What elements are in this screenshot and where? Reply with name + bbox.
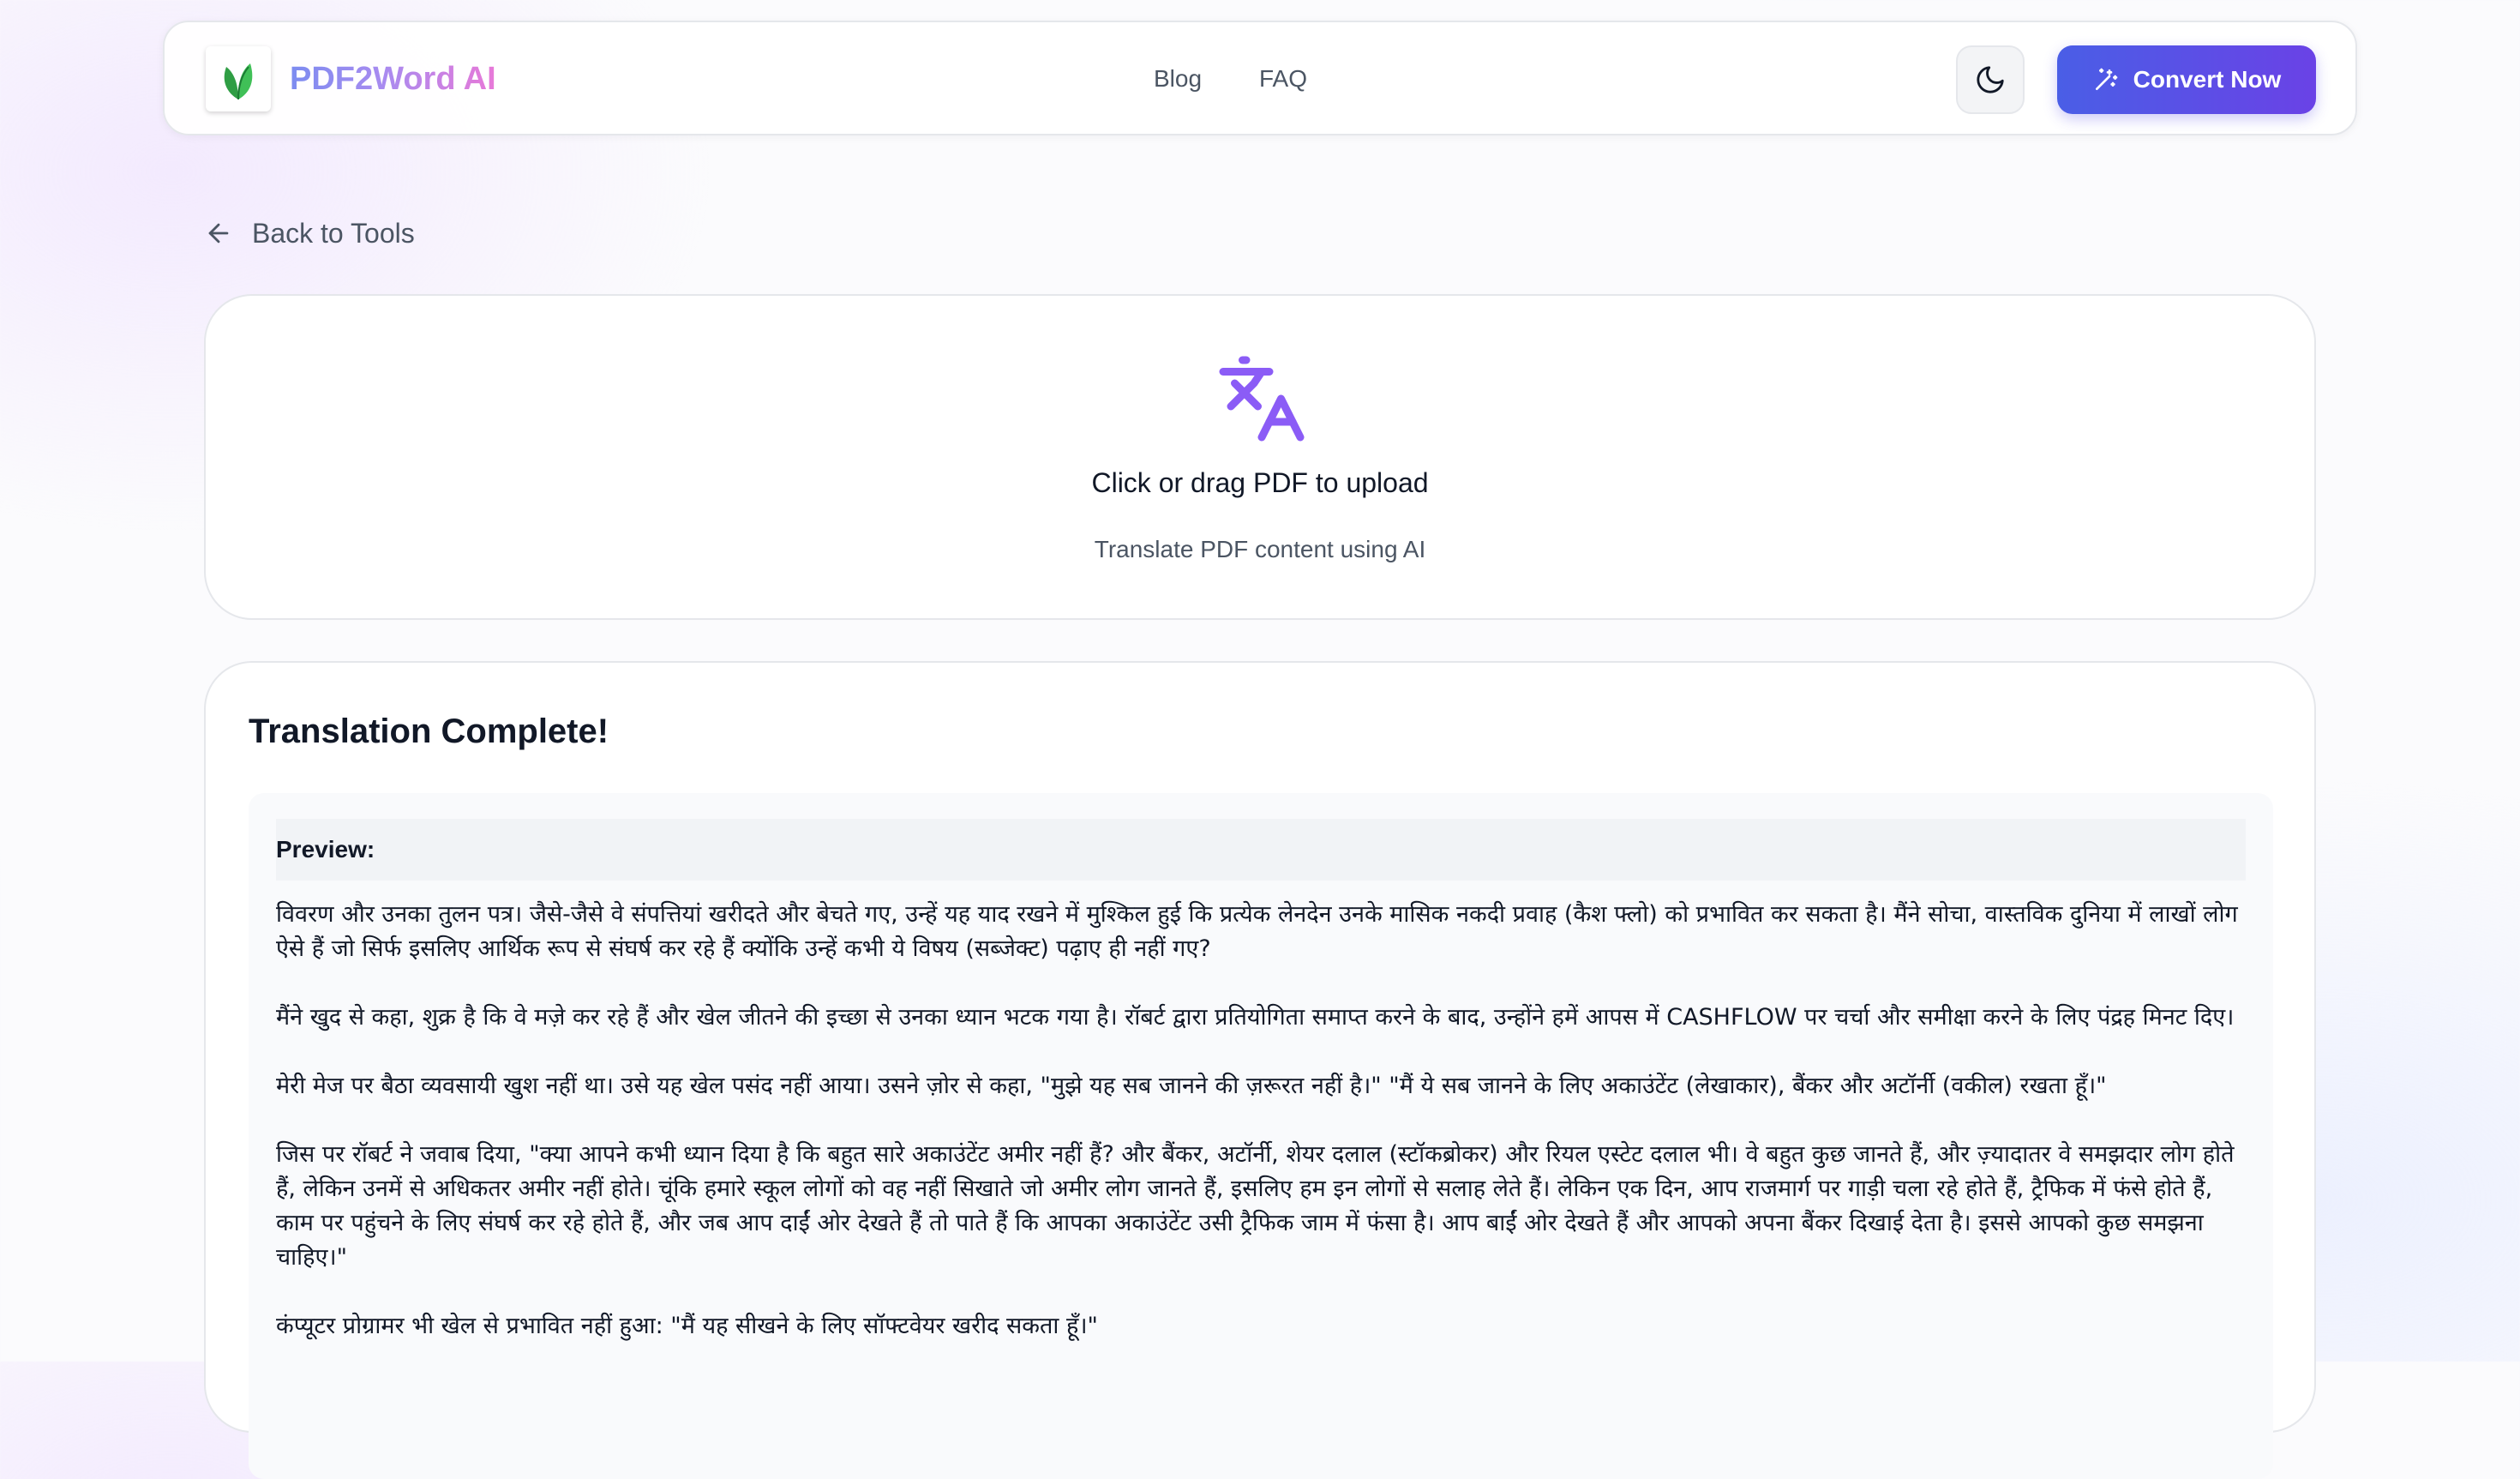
preview-paragraph: विवरण और उनका तुलन पत्र। जैसे-जैसे वे सं… xyxy=(276,901,2238,962)
arrow-left-icon xyxy=(208,223,229,243)
preview-paragraph: मेरी मेज पर बैठा व्यवसायी खुश नहीं था। उ… xyxy=(276,1073,2107,1099)
convert-now-label: Convert Now xyxy=(2133,66,2282,93)
pdf-upload-dropzone[interactable]: Click or drag PDF to upload Translate PD… xyxy=(204,294,2316,620)
nav-link-blog[interactable]: Blog xyxy=(1154,62,1202,96)
preview-paragraph: मैंने खुद से कहा, शुक्र है कि वे मज़े कर… xyxy=(276,1004,2235,1031)
logo-text[interactable]: PDF2Word AI xyxy=(290,58,496,99)
result-title: Translation Complete! xyxy=(249,712,609,750)
preview-text: विवरण और उनका तुलन पत्र। जैसे-जैसे वे सं… xyxy=(276,898,2256,1344)
back-to-tools-link[interactable]: Back to Tools xyxy=(204,214,415,252)
preview-paragraph: जिस पर रॉबर्ट ने जवाब दिया, "क्या आपने क… xyxy=(276,1141,2235,1271)
nav-link-faq[interactable]: FAQ xyxy=(1259,62,1307,96)
convert-now-button[interactable]: Convert Now xyxy=(2057,45,2316,114)
logo[interactable] xyxy=(206,46,271,111)
preview-paragraph: कंप्यूटर प्रोग्रामर भी खेल से प्रभावित न… xyxy=(276,1313,1098,1339)
preview-header: Preview: xyxy=(276,819,2246,881)
leaf-icon xyxy=(224,63,253,100)
translation-result-card: Translation Complete! Preview: विवरण और … xyxy=(204,661,2316,1479)
preview-panel[interactable]: Preview: विवरण और उनका तुलन पत्र। जैसे-ज… xyxy=(249,793,2273,1479)
preview-label: Preview: xyxy=(276,836,375,863)
moon-icon xyxy=(1977,66,2004,93)
magic-wand-icon xyxy=(2095,68,2117,90)
translate-icon xyxy=(1219,356,1305,442)
back-to-tools-label: Back to Tools xyxy=(252,218,415,249)
upload-subtitle: Translate PDF content using AI xyxy=(1094,536,1426,562)
upload-title: Click or drag PDF to upload xyxy=(1091,467,1429,498)
top-navbar: PDF2Word AI Blog FAQ Convert Now xyxy=(163,21,2357,135)
theme-toggle-button[interactable] xyxy=(1956,45,2025,114)
